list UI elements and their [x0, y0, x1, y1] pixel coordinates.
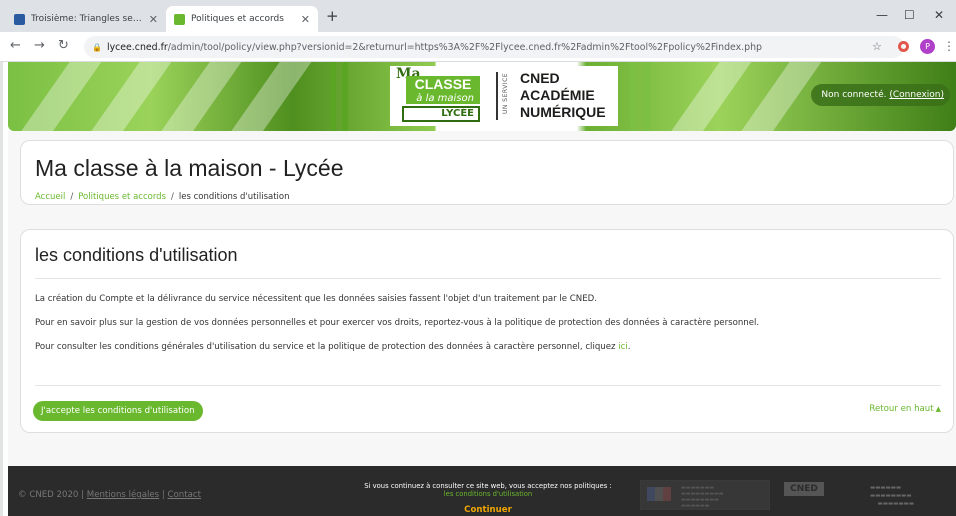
logo-maison-text: à la maison [406, 93, 480, 104]
close-tab-icon[interactable]: ✕ [301, 13, 310, 26]
close-window-icon[interactable]: ✕ [934, 8, 944, 22]
ministry-logo: ▬▬▬▬▬▬▬ ▬▬▬▬▬▬▬▬▬ ▬▬▬▬▬▬▬▬ ▬▬▬▬▬▬ [640, 480, 770, 510]
caret-up-icon: ▲ [935, 405, 941, 413]
browser-window: Troisième: Triangles semblables ✕ Politi… [0, 0, 956, 516]
kebab-menu-icon[interactable]: ⋮ [943, 39, 955, 53]
plus-icon[interactable]: + [326, 9, 339, 24]
tab-strip: Troisième: Triangles semblables ✕ Politi… [0, 0, 956, 32]
contact-link[interactable]: Contact [168, 490, 201, 500]
accept-conditions-button[interactable]: J'accepte les conditions d'utilisation [33, 401, 203, 421]
logo-divider [496, 72, 498, 120]
page-content: Ma classe à la maison - Lycée Accueil / Po… [8, 131, 956, 466]
cned-logo[interactable]: UN SERVICE CNED ACADÉMIE NUMÉRIQUE [492, 66, 618, 126]
back-to-top-label: Retour en haut [869, 404, 934, 414]
service-label: UN SERVICE [502, 72, 509, 114]
site-favicon-icon [14, 13, 25, 25]
policy-paragraph-text: Pour consulter les conditions générales … [35, 342, 619, 352]
french-flag-icon [647, 487, 671, 501]
url-path: /admin/tool/policy/view.php?versionid=2&… [167, 41, 763, 53]
site-favicon-icon [174, 13, 185, 25]
login-status-text: Non connecté. [821, 90, 887, 100]
divider [35, 385, 941, 386]
footer-divider: | [161, 490, 165, 500]
reload-icon[interactable]: ↻ [58, 39, 69, 53]
logo-lycee-text: LYCÉE [402, 106, 480, 122]
breadcrumb-home[interactable]: Accueil [35, 192, 65, 202]
back-icon[interactable]: ← [10, 39, 21, 53]
policy-paragraph-end: . [627, 342, 631, 352]
banner-stripe [228, 62, 314, 131]
page-title: Ma classe à la maison - Lycée [35, 155, 344, 181]
logo-classe-text: CLASSE [406, 76, 480, 93]
divider [35, 278, 941, 279]
tab-title: Troisième: Triangles semblables [31, 14, 143, 24]
banner-bar [342, 62, 348, 131]
breadcrumb: Accueil / Politiques et accords / les condit… [35, 192, 290, 202]
continue-button[interactable]: Continuer [338, 505, 638, 515]
cned-line: NUMÉRIQUE [520, 104, 606, 120]
consent-notice: Si vous continuez à consulter ce site we… [338, 482, 638, 515]
policy-paragraph: Pour en savoir plus sur la gestion de vo… [35, 318, 760, 328]
browser-toolbar: ← → ↻ 🔒 lycee.cned.fr/admin/tool/policy/… [0, 32, 956, 62]
breadcrumb-current: les conditions d'utilisation [178, 192, 290, 202]
cned-line: CNED [520, 70, 560, 86]
ministry-logo-lines: ▬▬▬▬▬▬▬ ▬▬▬▬▬▬▬▬▬ ▬▬▬▬▬▬▬▬ ▬▬▬▬▬▬ [681, 485, 724, 509]
page-header-card: Ma classe à la maison - Lycée Accueil / Po… [20, 140, 954, 205]
policy-card: les conditions d'utilisation La création… [20, 229, 954, 433]
breadcrumb-separator: / [70, 192, 74, 202]
banner-stripe [18, 62, 104, 131]
banner-bar [330, 62, 336, 131]
address-bar[interactable]: 🔒 lycee.cned.fr/admin/tool/policy/view.p… [84, 36, 904, 58]
lock-icon: 🔒 [92, 42, 102, 52]
ecole-confiance-logo: ▬▬▬▬▬▬ ▬▬▬▬▬▬▬▬ ▬▬▬▬▬▬▬ [870, 485, 915, 507]
policy-paragraph: La création du Compte et la délivrance d… [35, 294, 597, 304]
tab-policies[interactable]: Politiques et accords ✕ [166, 6, 318, 32]
cned-line: ACADÉMIE [520, 87, 595, 103]
site-banner: Ma CLASSE à la maison LYCÉE UN SERVICE C… [8, 62, 956, 131]
consent-conditions-link[interactable]: les conditions d'utilisation [338, 490, 638, 498]
bookmark-star-icon[interactable]: ☆ [872, 40, 882, 53]
consent-text: Si vous continuez à consulter ce site we… [364, 482, 612, 490]
login-link[interactable]: (Connexion) [889, 90, 944, 100]
tab-title: Politiques et accords [191, 14, 284, 24]
cned-footer-logo: CNED [784, 482, 824, 496]
banner-stripe [158, 62, 244, 131]
site-footer: © CNED 2020 | Mentions légales | Contact… [8, 466, 956, 516]
tab-triangles[interactable]: Troisième: Triangles semblables ✕ [6, 6, 166, 32]
legal-link[interactable]: Mentions légales [87, 490, 159, 500]
ma-classe-logo[interactable]: Ma CLASSE à la maison LYCÉE [390, 66, 486, 126]
url-host: lycee.cned.fr [106, 41, 168, 53]
banner-stripe [668, 62, 754, 131]
breadcrumb-policies[interactable]: Politiques et accords [78, 192, 166, 202]
banner-bar [630, 62, 636, 131]
login-status: Non connecté. (Connexion) [811, 84, 950, 106]
back-to-top-link[interactable]: Retour en haut ▲ [869, 404, 941, 414]
forward-icon[interactable]: → [34, 39, 45, 53]
footer-links: © CNED 2020 | Mentions légales | Contact [18, 490, 201, 500]
cned-wordmark: CNED ACADÉMIE NUMÉRIQUE [520, 70, 606, 121]
window-edge [0, 0, 3, 516]
banner-bar [644, 62, 650, 131]
policy-paragraph-with-link: Pour consulter les conditions générales … [35, 342, 631, 352]
copyright-text: © CNED 2020 [18, 490, 79, 500]
minimize-icon[interactable]: — [876, 8, 888, 22]
policy-title: les conditions d'utilisation [35, 245, 238, 265]
footer-divider: | [81, 490, 85, 500]
maximize-icon[interactable]: ☐ [904, 8, 915, 22]
banner-stripe [88, 62, 174, 131]
here-link[interactable]: ici [618, 342, 628, 352]
breadcrumb-separator: / [171, 192, 174, 202]
extension-icon[interactable] [898, 41, 909, 52]
profile-avatar[interactable]: P [920, 39, 935, 54]
close-tab-icon[interactable]: ✕ [149, 13, 158, 26]
